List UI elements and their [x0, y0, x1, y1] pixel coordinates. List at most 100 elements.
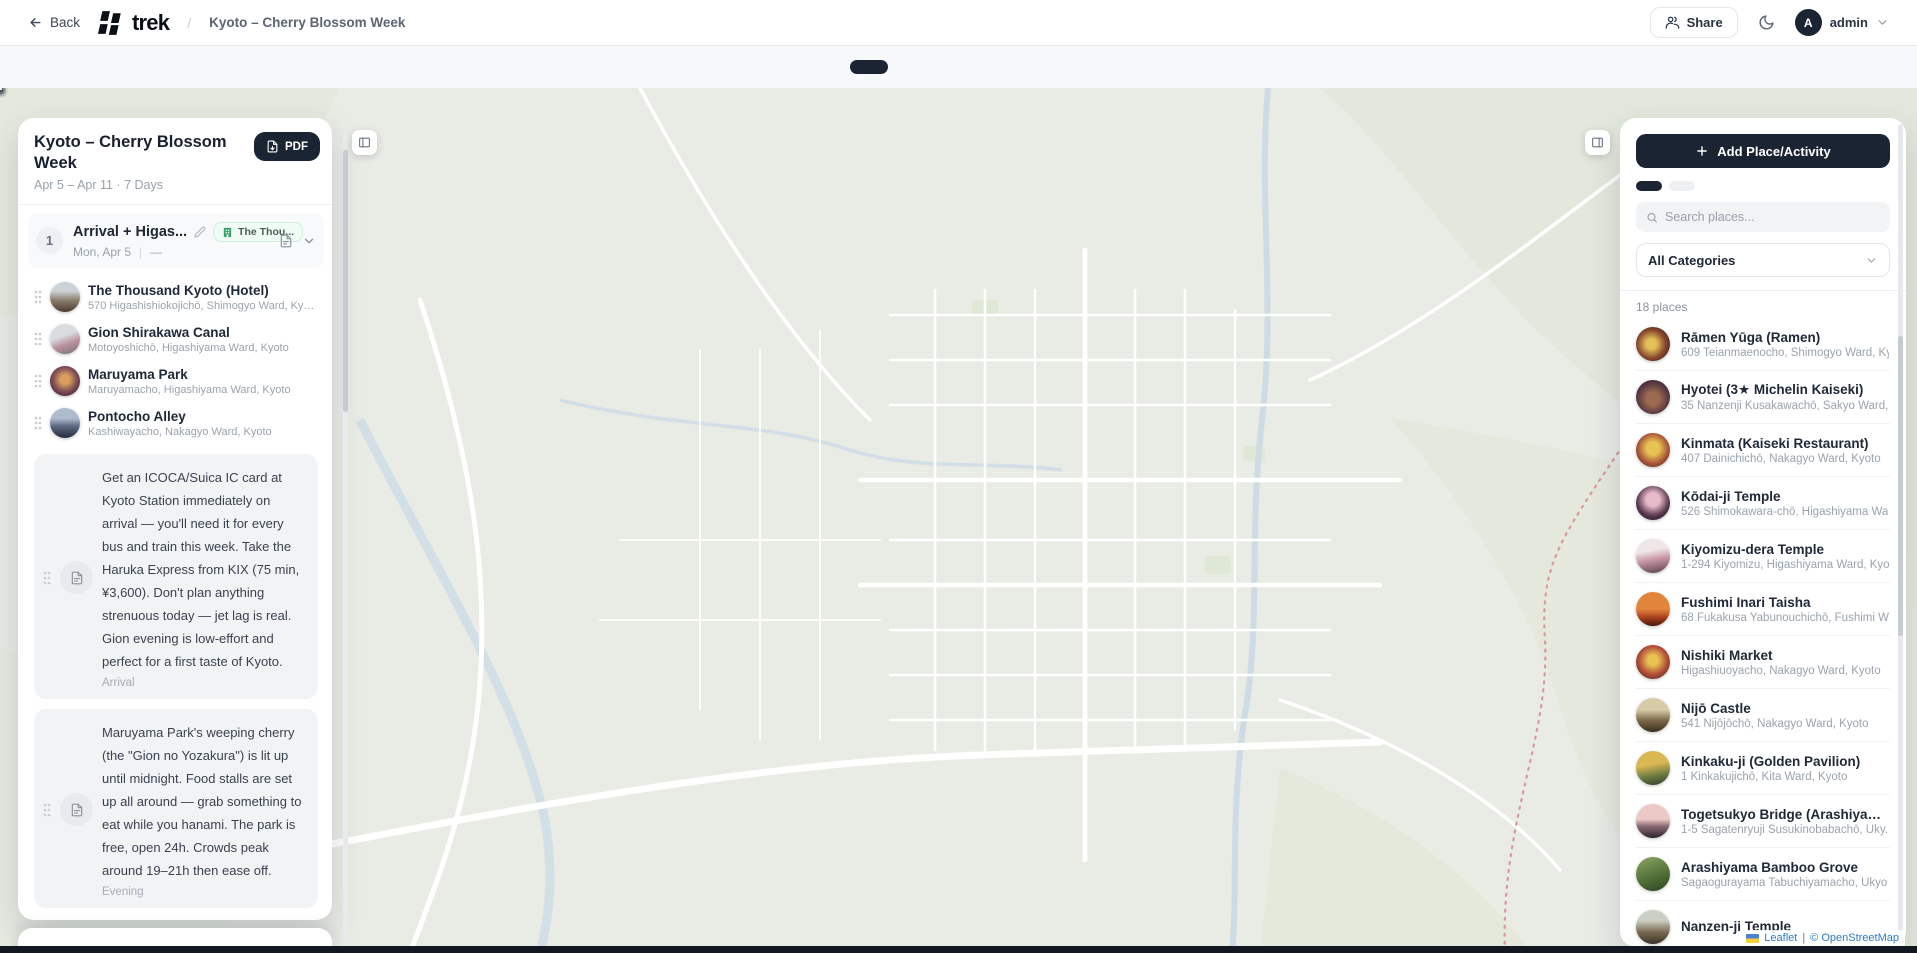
place-address: 407 Dainichichō, Nakagyo Ward, Kyoto [1681, 453, 1881, 465]
place-list-item[interactable]: Kinkaku-ji (Golden Pavilion) 1 Kinkakuji… [1636, 742, 1890, 795]
day-title: Arrival + Higas... [73, 224, 187, 240]
pdf-label: PDF [285, 141, 308, 153]
drag-handle-icon[interactable] [34, 416, 42, 430]
place-photo [50, 282, 80, 312]
drag-handle-icon[interactable] [34, 290, 42, 304]
place-list-item[interactable]: Fushimi Inari Taisha 68 Fukakusa Yabunou… [1636, 583, 1890, 636]
brand-wordmark: trek [132, 10, 169, 36]
place-photo [50, 408, 80, 438]
plus-icon [1695, 144, 1709, 158]
divider [18, 204, 332, 205]
place-address: 1-294 Kiyomizu, Higashiyama Ward, Kyoto [1681, 559, 1889, 571]
collapse-left-panel-button[interactable] [352, 130, 377, 155]
place-photo [1636, 910, 1670, 944]
day-date: Mon, Apr 5 [73, 245, 131, 259]
collapse-day-chevron-icon[interactable] [302, 234, 316, 248]
tab[interactable] [1004, 60, 1032, 74]
drag-handle-icon[interactable] [34, 374, 42, 388]
place-list-item[interactable]: Hyotei (3★ Michelin Kaiseki) 35 Nanzenji… [1636, 371, 1890, 424]
tab-bar [0, 46, 1917, 88]
tab[interactable] [968, 60, 996, 74]
place-list-item[interactable]: Nijō Castle 541 Nijōjōchō, Nakagyo Ward,… [1636, 689, 1890, 742]
breadcrumb: Kyoto – Cherry Blossom Week [209, 15, 405, 30]
place-address: Higashiuoyacho, Nakagyo Ward, Kyoto [1681, 665, 1881, 677]
user-menu[interactable]: A admin [1795, 9, 1889, 36]
drag-handle-icon[interactable] [43, 571, 51, 585]
attribution-separator: | [1802, 932, 1805, 944]
drag-handle-icon[interactable] [43, 803, 51, 817]
place-list-item[interactable]: Arashiyama Bamboo Grove Sagaogurayama Ta… [1636, 848, 1890, 901]
scrollbar-thumb[interactable] [1898, 336, 1903, 636]
place-list-item[interactable]: Kōdai-ji Temple 526 Shimokawara-chō, Hig… [1636, 477, 1890, 530]
trip-dates: Apr 5 – Apr 11 · 7 Days [34, 178, 254, 192]
note-text: Get an ICOCA/Suica IC card at Kyoto Stat… [102, 466, 302, 673]
places-library-panel: Add Place/Activity All Categories 18 pla… [1620, 118, 1906, 947]
tab[interactable] [1040, 60, 1068, 74]
document-icon [266, 140, 279, 153]
note-icon [60, 793, 93, 826]
place-name: Nijō Castle [1681, 701, 1869, 716]
itinerary-place-row[interactable]: Pontocho Alley Kashiwayacho, Nakagyo War… [34, 402, 320, 444]
place-list-item[interactable]: Kinmata (Kaiseki Restaurant) 407 Dainich… [1636, 424, 1890, 477]
brand-logo[interactable]: trek [98, 10, 169, 36]
user-name: admin [1830, 15, 1868, 30]
category-value: All Categories [1648, 253, 1735, 268]
place-address: 526 Shimokawara-chō, Higashiyama War... [1681, 506, 1889, 518]
note-card[interactable]: Get an ICOCA/Suica IC card at Kyoto Stat… [34, 454, 318, 699]
collapse-right-panel-button[interactable] [1585, 130, 1610, 155]
tab[interactable] [850, 60, 888, 74]
share-button[interactable]: Share [1650, 7, 1738, 38]
tab[interactable] [932, 60, 960, 74]
export-pdf-button[interactable]: PDF [254, 132, 320, 161]
itinerary-place-row[interactable]: Maruyama Park Maruyamacho, Higashiyama W… [34, 360, 320, 402]
place-address: 1-5 Sagatenryuji Susukinobabachō, Uky... [1681, 824, 1889, 836]
back-button[interactable]: Back [28, 15, 80, 30]
place-name: Kinkaku-ji (Golden Pavilion) [1681, 754, 1860, 769]
right-panel-scrollbar[interactable] [1898, 124, 1903, 940]
place-address: 541 Nijōjōchō, Nakagyo Ward, Kyoto [1681, 718, 1869, 730]
place-list-item[interactable]: Rāmen Yūga (Ramen) 609 Teianmaenocho, Sh… [1636, 318, 1890, 371]
place-photo [1636, 380, 1670, 414]
filter-pill[interactable] [1636, 181, 1662, 191]
itinerary-panel: Kyoto – Cherry Blossom Week Apr 5 – Apr … [18, 118, 332, 920]
place-address: Maruyamacho, Higashiyama Ward, Kyoto [88, 384, 291, 396]
search-icon [1646, 211, 1658, 224]
day-header[interactable]: 1 Arrival + Higas... The Thou... Mon, Ap… [28, 213, 324, 268]
left-panel-scrollbar[interactable] [343, 132, 348, 940]
place-photo [1636, 486, 1670, 520]
breadcrumb-separator: / [187, 15, 191, 31]
search-places-input[interactable] [1665, 210, 1880, 224]
note-card[interactable]: Maruyama Park's weeping cherry (the "Gio… [34, 709, 318, 908]
window-bottom-edge [0, 946, 1917, 953]
day-meta-empty: — [150, 245, 162, 259]
itinerary-place-row[interactable]: The Thousand Kyoto (Hotel) 570 Higashish… [34, 276, 320, 318]
trek-logo-icon [98, 10, 124, 36]
openstreetmap-link[interactable]: © OpenStreetMap [1810, 932, 1899, 944]
leaflet-link[interactable]: Leaflet [1764, 932, 1797, 944]
tab[interactable] [896, 60, 924, 74]
place-photo [1636, 433, 1670, 467]
place-list-item[interactable]: Togetsukyo Bridge (Arashiyama) 1-5 Sagat… [1636, 795, 1890, 848]
place-address: 68 Fukakusa Yabunouchichō, Fushimi Wa... [1681, 612, 1889, 624]
place-name: The Thousand Kyoto (Hotel) [88, 283, 318, 298]
scrollbar-thumb[interactable] [343, 150, 348, 412]
edit-day-title-icon[interactable] [194, 226, 206, 238]
place-name: Gion Shirakawa Canal [88, 325, 289, 340]
share-label: Share [1687, 15, 1723, 30]
place-list-item[interactable]: Nishiki Market Higashiuoyacho, Nakagyo W… [1636, 636, 1890, 689]
drag-handle-icon[interactable] [34, 332, 42, 346]
itinerary-place-row[interactable]: Gion Shirakawa Canal Motoyoshichō, Higas… [34, 318, 320, 360]
category-select[interactable]: All Categories [1636, 243, 1890, 277]
top-bar: Back trek / Kyoto – Cherry Blossom Week … [0, 0, 1917, 46]
place-name: Kinmata (Kaiseki Restaurant) [1681, 436, 1881, 451]
place-address: Sagaogurayama Tabuchiyamacho, Ukyo ... [1681, 877, 1889, 889]
place-name: Maruyama Park [88, 367, 291, 382]
place-list-item[interactable]: Kiyomizu-dera Temple 1-294 Kiyomizu, Hig… [1636, 530, 1890, 583]
dark-mode-toggle[interactable] [1758, 14, 1775, 31]
filter-pill[interactable] [1669, 181, 1695, 191]
place-name: Rāmen Yūga (Ramen) [1681, 330, 1889, 345]
day-notes-icon[interactable] [279, 234, 293, 248]
add-place-button[interactable]: Add Place/Activity [1636, 134, 1890, 168]
arrow-left-icon [28, 15, 43, 30]
day-places-list: The Thousand Kyoto (Hotel) 570 Higashish… [34, 276, 320, 444]
